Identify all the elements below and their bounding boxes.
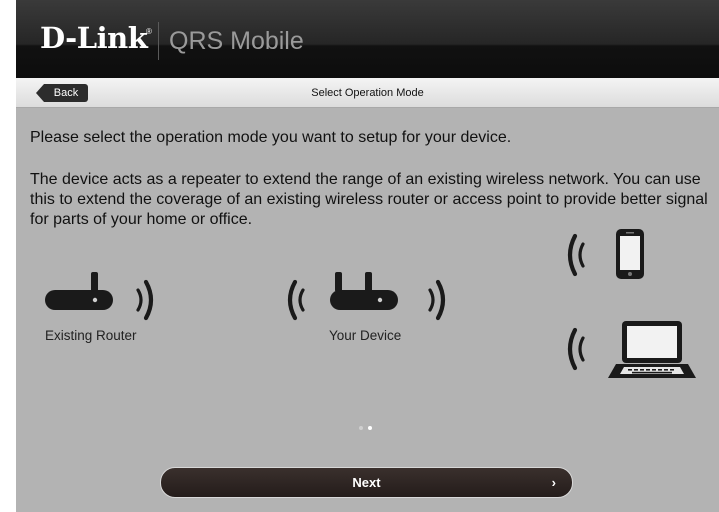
existing-router-label: Existing Router (45, 328, 137, 343)
your-device-icon (330, 272, 398, 310)
page-indicator (356, 426, 376, 432)
chevron-right-icon: › (551, 475, 556, 490)
wifi-signal-right-icon (428, 279, 446, 321)
smartphone-icon (616, 229, 644, 279)
wifi-signal-left-icon (567, 233, 585, 277)
page-dot (359, 426, 363, 430)
your-device-label: Your Device (329, 328, 402, 343)
wifi-signal-left-icon (287, 279, 305, 321)
app-screen: D-Link ® QRS Mobile Select Operation Mod… (16, 0, 719, 512)
laptop-icon (608, 321, 696, 378)
next-button[interactable]: Next › (160, 467, 573, 498)
existing-router-icon (45, 272, 113, 310)
wifi-signal-left-icon (567, 327, 585, 371)
repeater-diagram (45, 229, 696, 378)
next-button-label: Next (352, 475, 381, 490)
page-dot-active (368, 426, 372, 430)
wifi-signal-right-icon (136, 279, 154, 321)
